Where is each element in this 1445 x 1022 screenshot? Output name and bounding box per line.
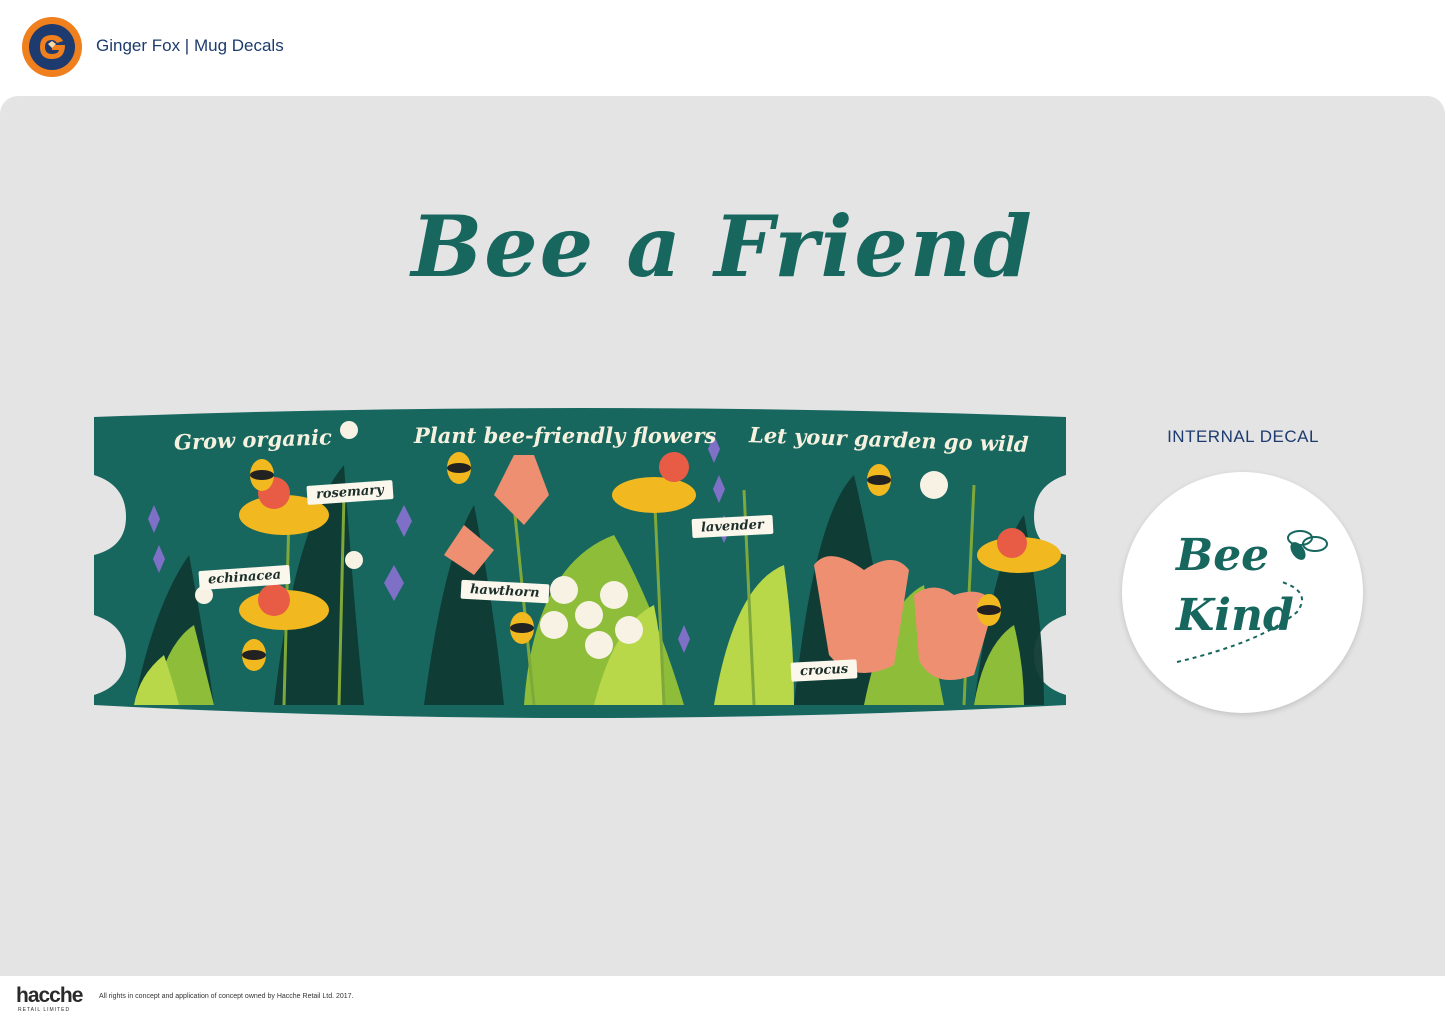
label-crocus: crocus (790, 659, 858, 682)
copyright-text: All rights in concept and application of… (99, 993, 354, 1000)
bee-icon (1287, 530, 1328, 560)
header-title: Ginger Fox | Mug Decals (96, 36, 284, 55)
ginger-fox-logo-icon (22, 17, 82, 77)
slogan-plant-bee-friendly: Plant bee-friendly flowers (414, 423, 717, 448)
footer: hacche RETAIL LIMITED All rights in conc… (0, 976, 1445, 1022)
header: Ginger Fox | Mug Decals (0, 0, 1445, 96)
hacche-logo: hacche (16, 984, 83, 1007)
hacche-logo-sub: RETAIL LIMITED (18, 1007, 71, 1013)
design-title: Bee a Friend (411, 197, 1034, 296)
internal-decal-label: INTERNAL DECAL (1167, 427, 1319, 446)
mug-wrap-decal: Grow organic Plant bee-friendly flowers … (94, 405, 1066, 725)
internal-decal-circle: Bee Kind (1122, 472, 1363, 713)
